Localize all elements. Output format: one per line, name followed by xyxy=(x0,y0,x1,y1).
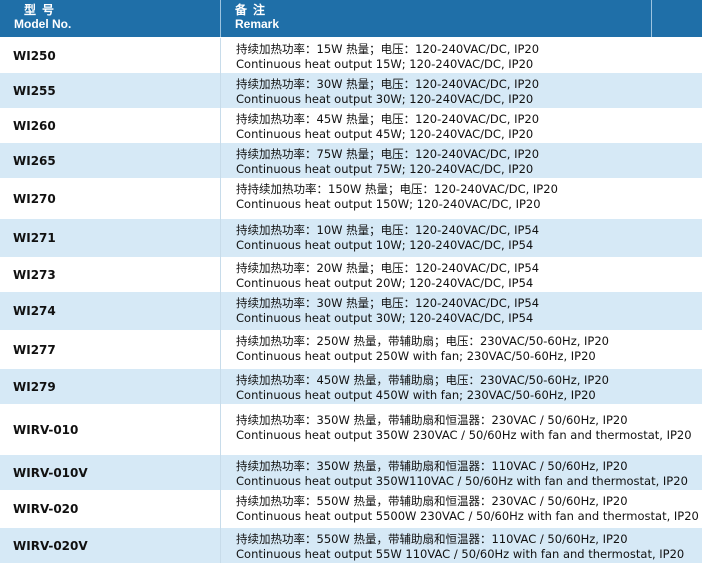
model-cell: WI277 xyxy=(0,330,221,369)
remark-en: Continuous heat output 20W; 120-240VAC/D… xyxy=(236,275,534,290)
table-row: WI270 持持续加热功率：150W 热量；电压：120-240VAC/DC, … xyxy=(0,178,702,219)
table-row: WI260 持续加热功率：45W 热量；电压：120-240VAC/DC, IP… xyxy=(0,108,702,143)
remark-cn: 持续加热功率：20W 热量；电压：120-240VAC/DC, IP54 xyxy=(236,261,540,275)
remark-en: Continuous heat output 55W 110VAC / 50/6… xyxy=(236,546,685,561)
remark-cn: 持续加热功率：350W 热量，带辅助扇和恒温器：230VAC / 50/60Hz… xyxy=(236,413,628,427)
remark-cn: 持续加热功率：30W 热量；电压：120-240VAC/DC, IP20 xyxy=(236,77,540,91)
remark-cn: 持持续加热功率：150W 热量；电压：120-240VAC/DC, IP20 xyxy=(236,182,558,196)
model-cell: WI273 xyxy=(0,257,221,292)
remark-en: Continuous heat output 30W; 120-240VAC/D… xyxy=(236,91,534,106)
model-cell: WIRV-010 xyxy=(0,404,221,455)
remark-cell: 持续加热功率：15W 热量；电压：120-240VAC/DC, IP20 Con… xyxy=(221,38,702,73)
remark-cn: 持续加热功率：250W 热量，带辅助扇；电压：230VAC/50-60Hz, I… xyxy=(236,334,609,348)
remark-cn: 持续加热功率：15W 热量；电压：120-240VAC/DC, IP20 xyxy=(236,42,540,56)
model-cell: WI250 xyxy=(0,38,221,73)
model-cell: WI279 xyxy=(0,369,221,404)
table-row: WIRV-010V 持续加热功率：350W 热量，带辅助扇和恒温器：110VAC… xyxy=(0,455,702,490)
header-model-col: 型号 Model No. xyxy=(0,0,221,37)
model-cell: WI270 xyxy=(0,178,221,219)
remark-cell: 持续加热功率：30W 热量；电压：120-240VAC/DC, IP54 Con… xyxy=(221,292,702,330)
remark-en: Continuous heat output 10W; 120-240VAC/D… xyxy=(236,237,534,252)
table-row: WIRV-020V 持续加热功率：550W 热量，带辅助扇和恒温器：110VAC… xyxy=(0,528,702,563)
model-cell: WIRV-010V xyxy=(0,455,221,490)
model-cell: WI271 xyxy=(0,219,221,257)
header-remark-cn: 备注 xyxy=(235,3,272,17)
remark-cn: 持续加热功率：45W 热量；电压：120-240VAC/DC, IP20 xyxy=(236,112,540,126)
remark-en: Continuous heat output 150W; 120-240VAC/… xyxy=(236,196,541,211)
remark-cn: 持续加热功率：550W 热量，带辅助扇和恒温器：230VAC / 50/60Hz… xyxy=(236,494,628,508)
table-row: WI265 持续加热功率：75W 热量；电压：120-240VAC/DC, IP… xyxy=(0,143,702,178)
table-header: 型号 Model No. 备注 Remark xyxy=(0,0,702,38)
remark-cn: 持续加热功率：10W 热量；电压：120-240VAC/DC, IP54 xyxy=(236,223,540,237)
table-row: WI279 持续加热功率：450W 热量，带辅助扇；电压：230VAC/50-6… xyxy=(0,369,702,404)
table-row: WI271 持续加热功率：10W 热量；电压：120-240VAC/DC, IP… xyxy=(0,219,702,257)
header-remark-en: Remark xyxy=(235,17,280,31)
remark-cell: 持续加热功率：350W 热量，带辅助扇和恒温器：110VAC / 50/60Hz… xyxy=(221,455,702,490)
table-row: WI277 持续加热功率：250W 热量，带辅助扇；电压：230VAC/50-6… xyxy=(0,330,702,369)
remark-en: Continuous heat output 450W with fan; 23… xyxy=(236,387,596,402)
remark-en: Continuous heat output 15W; 120-240VAC/D… xyxy=(236,56,534,71)
header-model-en: Model No. xyxy=(14,17,72,31)
spec-table: 型号 Model No. 备注 Remark WI250 持续加热功率：15W … xyxy=(0,0,702,563)
remark-en: Continuous heat output 45W; 120-240VAC/D… xyxy=(236,126,534,141)
remark-en: Continuous heat output 350W110VAC / 50/6… xyxy=(236,473,688,488)
remark-en: Continuous heat output 30W; 120-240VAC/D… xyxy=(236,310,534,325)
model-cell: WIRV-020V xyxy=(0,528,221,563)
remark-cn: 持续加热功率：550W 热量，带辅助扇和恒温器：110VAC / 50/60Hz… xyxy=(236,532,628,546)
remark-cell: 持持续加热功率：150W 热量；电压：120-240VAC/DC, IP20 C… xyxy=(221,178,702,219)
table-row: WI274 持续加热功率：30W 热量；电压：120-240VAC/DC, IP… xyxy=(0,292,702,330)
table-row: WI250 持续加热功率：15W 热量；电压：120-240VAC/DC, IP… xyxy=(0,38,702,73)
table-row: WI255 持续加热功率：30W 热量；电压：120-240VAC/DC, IP… xyxy=(0,73,702,108)
remark-en: Continuous heat output 250W with fan; 23… xyxy=(236,348,596,363)
table-row: WIRV-020 持续加热功率：550W 热量，带辅助扇和恒温器：230VAC … xyxy=(0,490,702,528)
remark-cell: 持续加热功率：30W 热量；电压：120-240VAC/DC, IP20 Con… xyxy=(221,73,702,108)
header-remark-col: 备注 Remark xyxy=(221,0,652,37)
table-row: WIRV-010 持续加热功率：350W 热量，带辅助扇和恒温器：230VAC … xyxy=(0,404,702,455)
remark-cell: 持续加热功率：550W 热量，带辅助扇和恒温器：110VAC / 50/60Hz… xyxy=(221,528,702,563)
remark-cn: 持续加热功率：350W 热量，带辅助扇和恒温器：110VAC / 50/60Hz… xyxy=(236,459,628,473)
remark-cell: 持续加热功率：350W 热量，带辅助扇和恒温器：230VAC / 50/60Hz… xyxy=(221,404,702,455)
remark-cell: 持续加热功率：75W 热量；电压：120-240VAC/DC, IP20 Con… xyxy=(221,143,702,178)
remark-cell: 持续加热功率：250W 热量，带辅助扇；电压：230VAC/50-60Hz, I… xyxy=(221,330,702,369)
remark-cell: 持续加热功率：550W 热量，带辅助扇和恒温器：230VAC / 50/60Hz… xyxy=(221,490,702,528)
model-cell: WI260 xyxy=(0,108,221,143)
model-cell: WI255 xyxy=(0,73,221,108)
remark-cn: 持续加热功率：75W 热量；电压：120-240VAC/DC, IP20 xyxy=(236,147,540,161)
remark-en: Continuous heat output 350W 230VAC / 50/… xyxy=(236,427,692,442)
model-cell: WI265 xyxy=(0,143,221,178)
model-cell: WI274 xyxy=(0,292,221,330)
remark-cn: 持续加热功率：30W 热量；电压：120-240VAC/DC, IP54 xyxy=(236,296,540,310)
remark-cell: 持续加热功率：10W 热量；电压：120-240VAC/DC, IP54 Con… xyxy=(221,219,702,257)
header-model-cn: 型号 xyxy=(24,3,61,17)
remark-cn: 持续加热功率：450W 热量，带辅助扇；电压：230VAC/50-60Hz, I… xyxy=(236,373,609,387)
remark-cell: 持续加热功率：20W 热量；电压：120-240VAC/DC, IP54 Con… xyxy=(221,257,702,292)
table-row: WI273 持续加热功率：20W 热量；电压：120-240VAC/DC, IP… xyxy=(0,257,702,292)
model-cell: WIRV-020 xyxy=(0,490,221,528)
remark-cell: 持续加热功率：45W 热量；电压：120-240VAC/DC, IP20 Con… xyxy=(221,108,702,143)
remark-en: Continuous heat output 75W; 120-240VAC/D… xyxy=(236,161,534,176)
remark-cell: 持续加热功率：450W 热量，带辅助扇；电压：230VAC/50-60Hz, I… xyxy=(221,369,702,404)
remark-en: Continuous heat output 5500W 230VAC / 50… xyxy=(236,508,699,523)
